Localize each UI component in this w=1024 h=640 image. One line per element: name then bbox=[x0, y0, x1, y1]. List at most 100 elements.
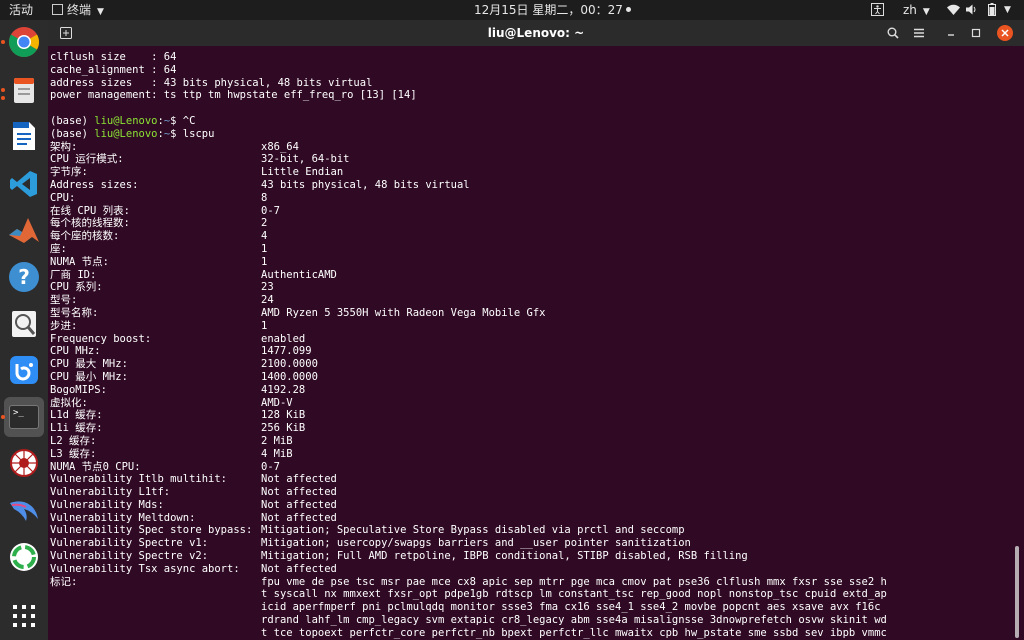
dock-chrome[interactable] bbox=[4, 22, 44, 62]
lscpu-output: 架构: x86_64 CPU 运行模式: 32-bit, 64-bit 字节序: Litt… bbox=[50, 141, 1005, 640]
window-titlebar[interactable]: liu@Lenovo: ~ bbox=[48, 20, 1024, 46]
dock-files[interactable] bbox=[4, 70, 44, 110]
terminal-scrollbar[interactable] bbox=[1010, 46, 1024, 640]
baidu-netdisk-icon bbox=[10, 356, 38, 384]
dock-writer[interactable] bbox=[4, 116, 44, 156]
recycle-app-icon bbox=[10, 543, 38, 571]
lscpu-row: 标记: fpu vme de pse tsc msr pae mce cx8 ap… bbox=[50, 576, 1005, 589]
lscpu-value: t tce topoext perfctr_core perfctr_nb bp… bbox=[261, 626, 887, 639]
accessibility-icon[interactable] bbox=[871, 0, 884, 20]
terminal-icon: >_ bbox=[9, 405, 39, 429]
lscpu-key: Address sizes: bbox=[50, 178, 139, 191]
dock-help[interactable]: ? bbox=[4, 257, 44, 297]
lscpu-row: 厂商 ID: AuthenticAMD bbox=[50, 269, 1005, 282]
hamburger-icon bbox=[914, 28, 924, 38]
lscpu-value: AMD Ryzen 5 3550H with Radeon Vega Mobil… bbox=[261, 306, 546, 319]
lscpu-key: L2 缓存: bbox=[50, 434, 97, 447]
lscpu-value: Mitigation; usercopy/swapgs barriers and… bbox=[261, 537, 691, 550]
lscpu-row: CPU MHz: 1477.099 bbox=[50, 345, 1005, 358]
lscpu-value: 4192.28 bbox=[261, 383, 306, 396]
minimize-button[interactable] bbox=[941, 23, 961, 43]
maximize-icon bbox=[971, 28, 981, 38]
dock-terminal[interactable]: >_ bbox=[4, 397, 44, 437]
prompt-line: (base) liu@Lenovo:~$ ^C bbox=[50, 115, 1005, 128]
search-button[interactable] bbox=[883, 23, 903, 43]
lscpu-key: CPU MHz: bbox=[50, 345, 101, 358]
lscpu-value: Not affected bbox=[261, 562, 337, 575]
lscpu-row: 步进: 1 bbox=[50, 320, 1005, 333]
menu-button[interactable] bbox=[909, 23, 929, 43]
lscpu-key: Vulnerability Spec store bypass: bbox=[50, 524, 253, 537]
lscpu-key: NUMA 节点: bbox=[50, 255, 109, 268]
chrome-icon bbox=[8, 27, 40, 58]
lscpu-key: Vulnerability Meltdown: bbox=[50, 511, 196, 524]
lscpu-row: 型号: 24 bbox=[50, 294, 1005, 307]
lscpu-key: 步进: bbox=[50, 319, 78, 332]
close-button[interactable] bbox=[997, 25, 1013, 41]
output-line: power management: ts ttp tm hwpstate eff… bbox=[50, 89, 1005, 102]
lscpu-row: L1d 缓存: 128 KiB bbox=[50, 409, 1005, 422]
lscpu-value: 1 bbox=[261, 242, 268, 255]
dock-image-viewer[interactable] bbox=[4, 304, 44, 344]
lscpu-key: L1i 缓存: bbox=[50, 422, 103, 435]
lscpu-value: AMD-V bbox=[261, 396, 293, 409]
terminal-output[interactable]: clflush size : 64 cache_alignment : 64 add… bbox=[48, 46, 1010, 640]
spider-icon bbox=[10, 449, 38, 477]
lscpu-value: 1 bbox=[261, 255, 268, 268]
app-menu[interactable]: 终端 ▼ bbox=[52, 0, 104, 20]
input-method-menu[interactable]: zh ▼ bbox=[903, 0, 930, 20]
lscpu-value: Not affected bbox=[261, 511, 337, 524]
clock[interactable]: 12月15日 星期二，00：27 bbox=[474, 0, 631, 20]
lscpu-key: NUMA 节点0 CPU: bbox=[50, 460, 141, 473]
image-viewer-icon bbox=[12, 311, 36, 337]
lscpu-value: 2100.0000 bbox=[261, 358, 318, 371]
top-bar: 活动 终端 ▼ 12月15日 星期二，00：27 zh ▼ ▼ bbox=[0, 0, 1024, 20]
dock-matlab[interactable] bbox=[4, 210, 44, 250]
clock-label: 12月15日 星期二，00：27 bbox=[474, 3, 623, 17]
lscpu-key: Vulnerability L1tf: bbox=[50, 486, 171, 499]
lscpu-value: fpu vme de pse tsc msr pae mce cx8 apic … bbox=[261, 575, 887, 588]
dock-netdisk[interactable] bbox=[4, 350, 44, 390]
activities-button[interactable]: 活动 bbox=[9, 0, 33, 20]
lscpu-row: L2 缓存: 2 MiB bbox=[50, 435, 1005, 448]
lscpu-value: 0-7 bbox=[261, 204, 280, 217]
lscpu-value: 2 bbox=[261, 217, 268, 230]
help-icon: ? bbox=[9, 262, 39, 292]
minimize-icon bbox=[948, 34, 954, 36]
lscpu-key: 字节序: bbox=[50, 166, 88, 179]
lscpu-value: 32-bit, 64-bit bbox=[261, 153, 350, 166]
system-menu-chevron-icon[interactable]: ▼ bbox=[1004, 0, 1011, 20]
volume-icon[interactable] bbox=[966, 0, 978, 20]
dock-show-applications[interactable] bbox=[4, 596, 44, 636]
lscpu-key: L1d 缓存: bbox=[50, 409, 103, 422]
lscpu-row: Vulnerability Meltdown: Not affected bbox=[50, 512, 1005, 525]
lscpu-value: 2 MiB bbox=[261, 434, 293, 447]
dock-kali[interactable] bbox=[4, 490, 44, 530]
lscpu-row: CPU 最大 MHz: 2100.0000 bbox=[50, 358, 1005, 371]
lscpu-value: 0-7 bbox=[261, 460, 280, 473]
lscpu-row: icid aperfmperf pni pclmulqdq monitor ss… bbox=[50, 601, 1005, 614]
libreoffice-writer-icon bbox=[13, 122, 35, 150]
lscpu-key: CPU 系列: bbox=[50, 281, 103, 294]
lscpu-value: 4 bbox=[261, 230, 268, 243]
dock-recycle-app[interactable] bbox=[4, 537, 44, 577]
battery-icon[interactable] bbox=[988, 0, 996, 20]
matlab-icon bbox=[9, 218, 39, 243]
lscpu-value: icid aperfmperf pni pclmulqdq monitor ss… bbox=[261, 601, 881, 614]
lscpu-value: x86_64 bbox=[261, 140, 299, 153]
lscpu-row: 型号名称: AMD Ryzen 5 3550H with Radeon Vega … bbox=[50, 307, 1005, 320]
maximize-button[interactable] bbox=[966, 23, 986, 43]
lscpu-key: 型号名称: bbox=[50, 306, 99, 319]
scrollbar-thumb[interactable] bbox=[1015, 546, 1019, 638]
dock-spider[interactable] bbox=[4, 443, 44, 483]
lscpu-key: 在线 CPU 列表: bbox=[50, 204, 130, 217]
lscpu-key: Vulnerability Itlb multihit: bbox=[50, 473, 228, 486]
prompt-user: liu@Lenovo bbox=[94, 127, 158, 140]
wifi-icon[interactable] bbox=[947, 0, 960, 20]
lscpu-key: 标记: bbox=[50, 575, 78, 588]
dock-vscode[interactable] bbox=[4, 164, 44, 204]
lscpu-value: enabled bbox=[261, 332, 306, 345]
output-line: cache_alignment : 64 bbox=[50, 64, 1005, 77]
lscpu-row: CPU 运行模式: 32-bit, 64-bit bbox=[50, 153, 1005, 166]
lscpu-value: Not affected bbox=[261, 473, 337, 486]
